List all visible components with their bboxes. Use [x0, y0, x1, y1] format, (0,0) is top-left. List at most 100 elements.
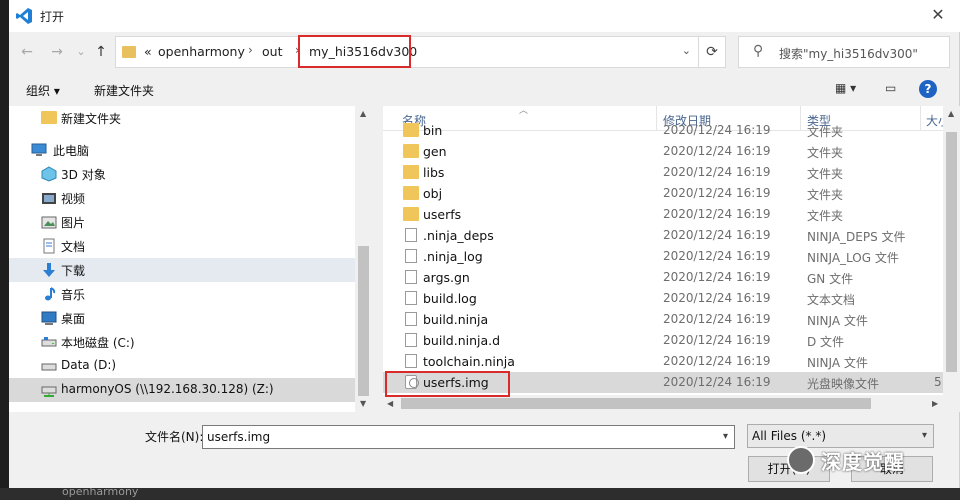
back-arrow-icon[interactable]: ← — [17, 42, 37, 62]
horizontal-scrollbar[interactable]: ◀ ▶ — [383, 395, 960, 412]
file-date: 2020/12/24 16:19 — [663, 123, 771, 137]
preview-pane-icon[interactable]: ▭ — [885, 81, 896, 95]
file-row[interactable]: libs 2020/12/24 16:19 文件夹 — [383, 162, 943, 183]
file-row[interactable]: .ninja_deps 2020/12/24 16:19 NINJA_DEPS 文件 — [383, 225, 943, 246]
close-button[interactable]: ✕ — [926, 4, 950, 26]
title-bar: 打开 ✕ — [9, 0, 960, 32]
file-name: userfs — [423, 207, 462, 222]
filename-input[interactable]: userfs.img ▾ — [202, 425, 735, 449]
chevron-down-icon[interactable]: ▾ — [922, 430, 927, 441]
file-list: ︿ 名称 修改日期 类型 大小 bin 2020/12/24 16:19 文件夹 ge… — [383, 106, 960, 412]
new-folder-button[interactable]: 新建文件夹 — [94, 82, 154, 99]
organize-menu[interactable]: 组织 ▾ — [26, 82, 60, 99]
file-row[interactable]: obj 2020/12/24 16:19 文件夹 — [383, 183, 943, 204]
sidebar-scroll-thumb[interactable] — [358, 246, 369, 396]
sidebar-item-new-folder[interactable]: 新建文件夹 — [9, 106, 355, 130]
file-type: 文件夹 — [807, 125, 844, 139]
navigation-bar: ← → ⌄ ↑ « openharmony › out › my_hi3516d… — [9, 32, 960, 72]
sidebar-scrollbar[interactable]: ▲ ▼ — [355, 106, 372, 412]
sidebar-item-this-pc[interactable]: 此电脑 — [9, 138, 355, 162]
file-type: 文件夹 — [807, 188, 844, 202]
file-date: 2020/12/24 16:19 — [663, 165, 771, 179]
file-row[interactable]: .ninja_log 2020/12/24 16:19 NINJA_LOG 文件 — [383, 246, 943, 267]
breadcrumb-openharmony[interactable]: openharmony — [158, 44, 245, 59]
file-list-scroll-thumb[interactable] — [946, 132, 957, 372]
file-type: 光盘映像文件 — [807, 377, 880, 391]
forward-arrow-icon[interactable]: → — [47, 42, 67, 62]
scroll-down-icon[interactable]: ▼ — [360, 399, 366, 408]
sidebar-item-3d-objects[interactable]: 3D 对象 — [9, 162, 355, 186]
download-icon — [43, 263, 55, 277]
file-row[interactable]: args.gn 2020/12/24 16:19 GN 文件 — [383, 267, 943, 288]
breadcrumb-out[interactable]: out — [262, 44, 282, 59]
sidebar-item-label: 下载 — [61, 264, 86, 278]
file-icon — [405, 270, 417, 284]
file-date: 2020/12/24 16:19 — [663, 291, 771, 305]
sidebar-item-documents[interactable]: 文档 — [9, 234, 355, 258]
recent-locations-icon[interactable]: ⌄ — [71, 42, 91, 62]
drive-icon — [41, 363, 57, 371]
sidebar-item-desktop[interactable]: 桌面 — [9, 306, 355, 330]
file-row[interactable]: build.ninja.d 2020/12/24 16:19 D 文件 — [383, 330, 943, 351]
sidebar-item-harmonyos-z[interactable]: harmonyOS (\\192.168.30.128) (Z:) — [9, 378, 355, 402]
file-name: build.log — [423, 291, 477, 306]
file-date: 2020/12/24 16:19 — [663, 270, 771, 284]
file-icon — [405, 333, 417, 347]
help-icon[interactable]: ? — [919, 80, 937, 98]
sidebar-item-label: harmonyOS (\\192.168.30.128) (Z:) — [61, 382, 274, 396]
filename-value: userfs.img — [207, 430, 271, 444]
scroll-left-icon[interactable]: ◀ — [387, 399, 393, 408]
file-row[interactable]: build.ninja 2020/12/24 16:19 NINJA 文件 — [383, 309, 943, 330]
vscode-logo-icon — [16, 8, 32, 24]
computer-icon — [31, 143, 47, 156]
file-list-scrollbar[interactable]: ▲ — [943, 106, 960, 395]
file-name: build.ninja.d — [423, 333, 501, 348]
file-date: 2020/12/24 16:19 — [663, 249, 771, 263]
3d-objects-icon — [41, 166, 57, 182]
sidebar-item-pictures[interactable]: 图片 — [9, 210, 355, 234]
file-date: 2020/12/24 16:19 — [663, 144, 771, 158]
file-date: 2020/12/24 16:19 — [663, 375, 771, 389]
sidebar-item-local-disk-c[interactable]: 本地磁盘 (C:) — [9, 330, 355, 354]
sidebar-item-label: 视频 — [61, 192, 86, 206]
file-icon — [405, 354, 417, 368]
file-row[interactable]: build.log 2020/12/24 16:19 文本文档 — [383, 288, 943, 309]
wechat-logo-icon — [787, 446, 815, 474]
pictures-icon — [41, 216, 57, 229]
drive-icon — [41, 337, 57, 347]
scroll-right-icon[interactable]: ▶ — [932, 399, 938, 408]
breadcrumb-overflow[interactable]: « — [144, 44, 152, 59]
sidebar-item-music[interactable]: 音乐 — [9, 282, 355, 306]
change-view-icon[interactable]: ▦ ▾ — [835, 81, 856, 95]
filename-label: 文件名(N): — [145, 430, 204, 444]
file-date: 2020/12/24 16:19 — [663, 354, 771, 368]
open-file-dialog: 打开 ✕ ← → ⌄ ↑ « openharmony › out › my_hi… — [9, 0, 960, 488]
pane-splitter[interactable] — [372, 106, 383, 412]
chevron-down-icon[interactable]: ▾ — [723, 431, 728, 442]
sidebar-item-videos[interactable]: 视频 — [9, 186, 355, 210]
refresh-icon[interactable]: ⟳ — [698, 36, 726, 68]
chevron-down-icon[interactable]: ⌄ — [682, 44, 691, 57]
file-row[interactable]: bin 2020/12/24 16:19 文件夹 — [383, 120, 943, 141]
file-type: NINJA_LOG 文件 — [807, 251, 899, 265]
file-date: 2020/12/24 16:19 — [663, 207, 771, 221]
sidebar-item-data-d[interactable]: Data (D:) — [9, 354, 355, 378]
file-name: bin — [423, 123, 443, 138]
file-row[interactable]: userfs 2020/12/24 16:19 文件夹 — [383, 204, 943, 225]
up-arrow-icon[interactable]: ↑ — [91, 42, 111, 62]
breadcrumb-separator[interactable]: › — [248, 43, 253, 57]
sidebar-item-downloads[interactable]: 下载 — [9, 258, 355, 282]
horizontal-scroll-thumb[interactable] — [401, 398, 871, 409]
file-row[interactable]: gen 2020/12/24 16:19 文件夹 — [383, 141, 943, 162]
sidebar-item-label: 3D 对象 — [61, 168, 106, 182]
scroll-up-icon[interactable]: ▲ — [360, 109, 366, 118]
scroll-up-icon[interactable]: ▲ — [948, 109, 954, 118]
filetype-value: All Files (*.*) — [752, 429, 827, 443]
background-caption: openharmony — [62, 488, 139, 498]
search-icon: ⚲ — [753, 43, 764, 59]
file-row[interactable]: toolchain.ninja 2020/12/24 16:19 NINJA 文件 — [383, 351, 943, 372]
sidebar-item-label: Data (D:) — [61, 358, 117, 372]
folder-icon — [403, 207, 419, 221]
file-type: 文件夹 — [807, 146, 844, 160]
search-input[interactable]: ⚲ 搜索"my_hi3516dv300" — [738, 36, 950, 68]
